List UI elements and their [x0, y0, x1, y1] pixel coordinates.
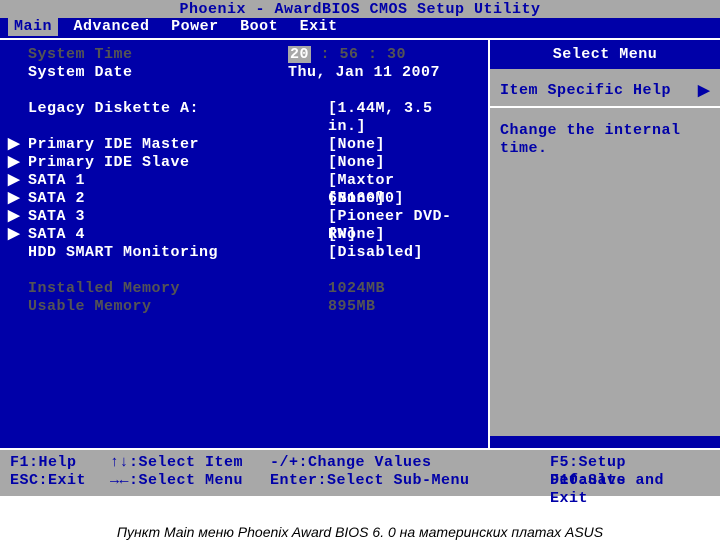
bios-row[interactable]: Usable Memory 895MB: [10, 298, 478, 316]
item-help-title: Item Specific Help ▶: [500, 69, 710, 106]
right-panel: Select Menu Item Specific Help ▶ Change …: [490, 40, 720, 448]
bios-row[interactable]: System Time20 : 56 : 30: [10, 46, 478, 64]
bios-screen: Phoenix - AwardBIOS CMOS Setup Utility M…: [0, 0, 720, 496]
row-value: [None]: [288, 226, 478, 244]
footer-esc: ESC:Exit: [10, 472, 110, 490]
row-value: [None]: [288, 190, 478, 208]
row-value: 895MB: [288, 298, 478, 316]
row-label: System Time: [10, 46, 288, 64]
bios-row[interactable]: System DateThu, Jan 11 2007: [10, 64, 478, 82]
triangle-right-icon: ▶: [698, 81, 710, 100]
submenu-arrow-icon: ▶: [8, 154, 20, 172]
main-area: System Time20 : 56 : 30System DateThu, J…: [0, 38, 720, 450]
menu-power[interactable]: Power: [165, 18, 225, 36]
bios-row[interactable]: ▶SATA 3[Pioneer DVD-RW]: [10, 208, 478, 226]
bios-row[interactable]: Installed Memory 1024MB: [10, 280, 478, 298]
select-menu-title: Select Menu: [490, 40, 720, 69]
row-value: [Maxtor 6B160M0]: [288, 172, 478, 190]
row-value: 20 : 56 : 30: [288, 46, 478, 64]
title-bar: Phoenix - AwardBIOS CMOS Setup Utility: [0, 0, 720, 18]
footer-f1: F1:Help: [10, 454, 110, 472]
footer-lr: →←:Select Menu: [110, 472, 270, 490]
footer-f5: F5:Setup Defaults: [550, 454, 710, 472]
row-value: [None]: [288, 136, 478, 154]
selected-time-field[interactable]: 20: [288, 46, 311, 63]
row-label: HDD SMART Monitoring: [10, 244, 288, 262]
footer-updown: ↑↓:Select Item: [110, 454, 270, 472]
bios-row[interactable]: Legacy Diskette A:[1.44M, 3.5 in.]: [10, 100, 478, 118]
left-panel: System Time20 : 56 : 30System DateThu, J…: [0, 40, 490, 448]
menu-bar: Main Advanced Power Boot Exit: [0, 18, 720, 38]
submenu-arrow-icon: ▶: [8, 190, 20, 208]
row-label: Primary IDE Slave: [10, 154, 288, 172]
row-label: SATA 1: [10, 172, 288, 190]
bios-row[interactable]: ▶Primary IDE Slave[None]: [10, 154, 478, 172]
bios-row[interactable]: ▶SATA 1[Maxtor 6B160M0]: [10, 172, 478, 190]
row-label: Usable Memory: [10, 298, 288, 316]
menu-main[interactable]: Main: [8, 18, 58, 36]
row-label: System Date: [10, 64, 288, 82]
footer-help: F1:Help ↑↓:Select Item -/+:Change Values…: [0, 450, 720, 496]
row-value: [1.44M, 3.5 in.]: [288, 100, 478, 118]
submenu-arrow-icon: ▶: [8, 208, 20, 226]
row-label: Installed Memory: [10, 280, 288, 298]
footer-change: -/+:Change Values: [270, 454, 550, 472]
item-help-title-text: Item Specific Help: [500, 82, 671, 99]
submenu-arrow-icon: ▶: [8, 172, 20, 190]
item-help-text: Change the internal time.: [500, 108, 710, 158]
footer-enter: Enter:Select Sub-Menu: [270, 472, 550, 490]
row-label: SATA 2: [10, 190, 288, 208]
submenu-arrow-icon: ▶: [8, 226, 20, 244]
menu-exit[interactable]: Exit: [294, 18, 344, 36]
bios-row[interactable]: HDD SMART Monitoring[Disabled]: [10, 244, 478, 262]
menu-advanced[interactable]: Advanced: [68, 18, 156, 36]
footer-f10: F10:Save and Exit: [550, 472, 710, 490]
menu-boot[interactable]: Boot: [234, 18, 284, 36]
row-value: Thu, Jan 11 2007: [288, 64, 478, 82]
row-value: 1024MB: [288, 280, 478, 298]
row-label: Legacy Diskette A:: [10, 100, 288, 118]
row-label: SATA 4: [10, 226, 288, 244]
row-value: [Pioneer DVD-RW]: [288, 208, 478, 226]
image-caption: Пункт Main меню Phoenix Award BIOS 6. 0 …: [0, 496, 720, 550]
bios-row[interactable]: ▶SATA 2[None]: [10, 190, 478, 208]
row-value: [None]: [288, 154, 478, 172]
row-label: Primary IDE Master: [10, 136, 288, 154]
row-label: SATA 3: [10, 208, 288, 226]
submenu-arrow-icon: ▶: [8, 136, 20, 154]
row-value: [Disabled]: [288, 244, 478, 262]
bios-row[interactable]: ▶SATA 4[None]: [10, 226, 478, 244]
bios-row[interactable]: ▶Primary IDE Master[None]: [10, 136, 478, 154]
